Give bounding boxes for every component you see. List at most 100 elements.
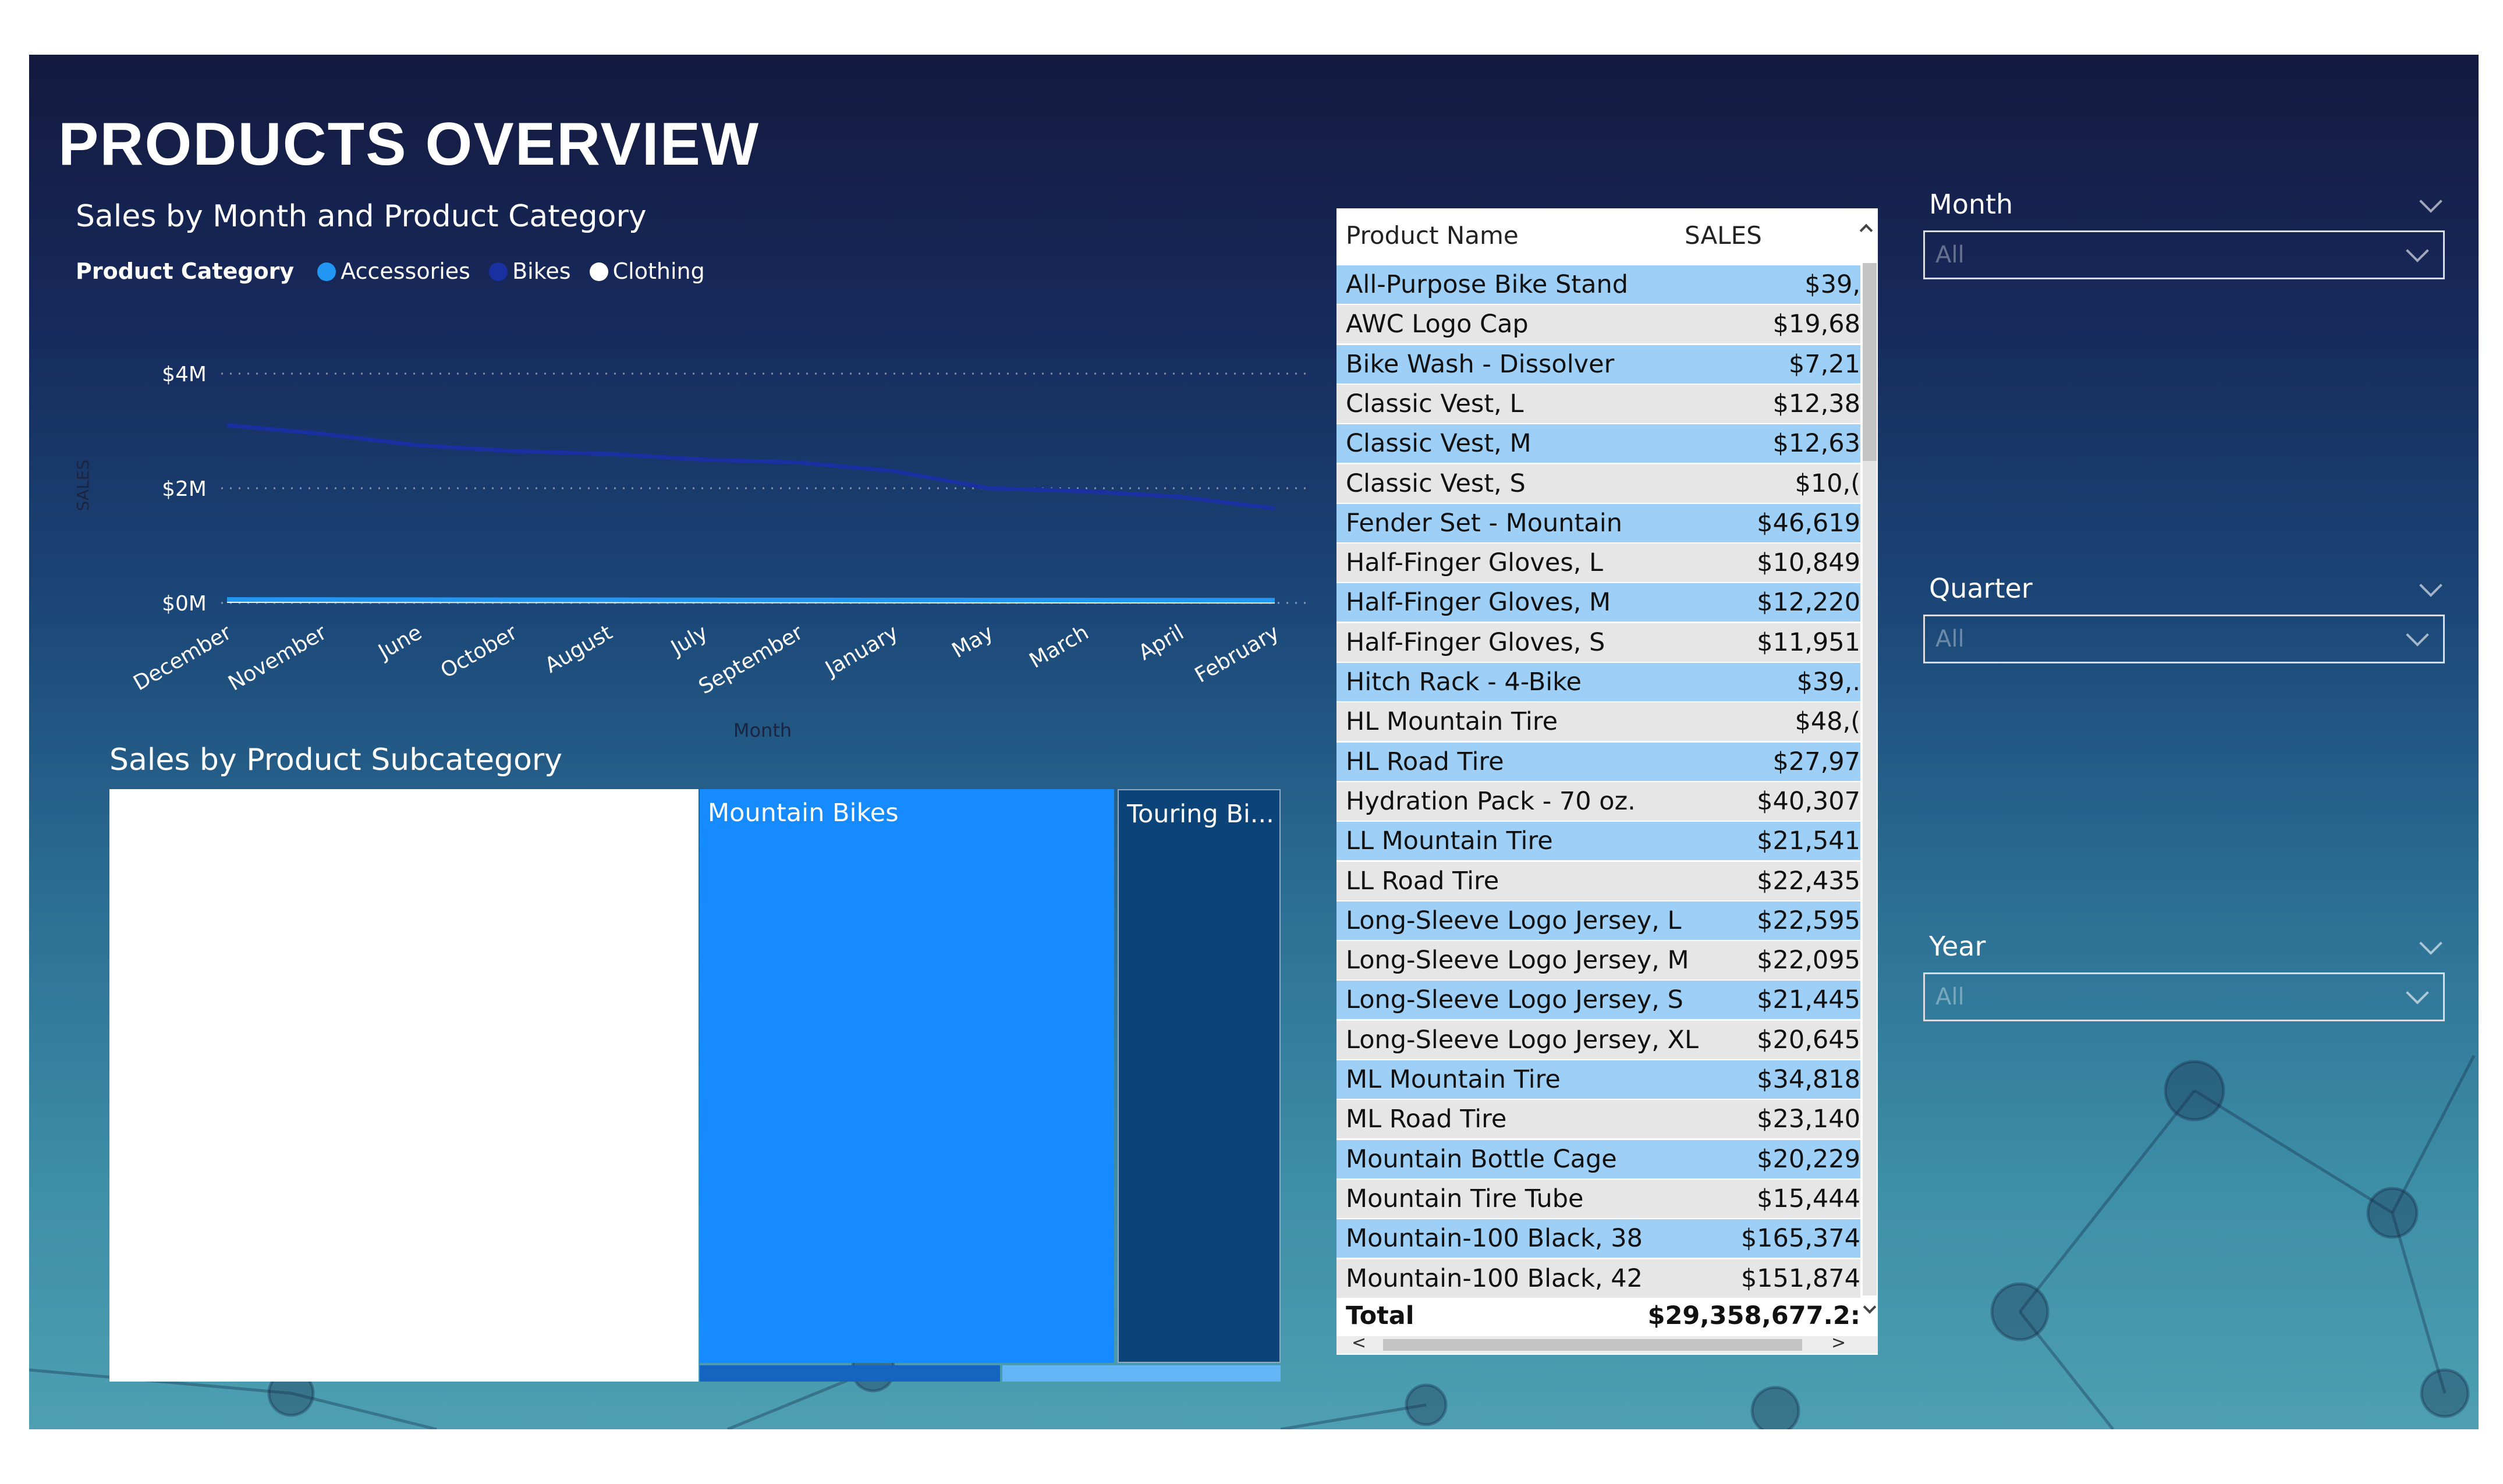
- treemap-tile-small-1[interactable]: [700, 1365, 1000, 1382]
- legend-item-clothing[interactable]: Clothing: [589, 258, 705, 284]
- slicer-value: All: [1935, 242, 1965, 268]
- dropdown-chevron-icon: [2406, 239, 2429, 262]
- table-row[interactable]: Mountain-100 Black, 38 $165,374: [1336, 1219, 1860, 1258]
- table-row[interactable]: All-Purpose Bike Stand $39,: [1336, 265, 1860, 304]
- legend-label: Clothing: [612, 258, 705, 284]
- vertical-scrollbar[interactable]: [1863, 263, 1877, 1295]
- legend-dot-icon: [317, 262, 336, 281]
- product-name-cell: LL Mountain Tire: [1346, 826, 1553, 856]
- table-row[interactable]: Mountain Bottle Cage $20,229: [1336, 1139, 1860, 1178]
- slicer-value: All: [1935, 984, 1965, 1010]
- dropdown-chevron-icon: [2406, 623, 2429, 647]
- sales-cell: $151,874: [1740, 1263, 1860, 1293]
- scroll-left-arrow-icon[interactable]: <: [1352, 1333, 1366, 1353]
- product-name-cell: HL Mountain Tire: [1346, 707, 1558, 737]
- series-line-bikes[interactable]: [226, 423, 1275, 510]
- legend-item-accessories[interactable]: Accessories: [317, 258, 470, 284]
- x-tick-label: April: [1134, 620, 1188, 665]
- table-row[interactable]: Long-Sleeve Logo Jersey, M $22,095: [1336, 941, 1860, 980]
- legend-dot-icon: [589, 262, 608, 281]
- table-row[interactable]: HL Mountain Tire $48,(: [1336, 702, 1860, 741]
- table-row[interactable]: Classic Vest, M $12,63: [1336, 424, 1860, 463]
- slicer-label-quarter: Quarter: [1929, 573, 2033, 604]
- table-row[interactable]: Long-Sleeve Logo Jersey, L $22,595: [1336, 901, 1860, 940]
- slicer-value: All: [1935, 626, 1965, 652]
- legend-item-bikes[interactable]: Bikes: [489, 258, 571, 284]
- table-row[interactable]: Hydration Pack - 70 oz. $40,307: [1336, 782, 1860, 821]
- treemap-tile-mountain-bikes[interactable]: Mountain Bikes: [700, 789, 1114, 1363]
- table-row[interactable]: Mountain-100 Black, 42 $151,874: [1336, 1259, 1860, 1298]
- line-chart-title: Sales by Month and Product Category: [76, 199, 647, 234]
- chart-legend: Product Category Accessories Bikes Cloth…: [76, 258, 717, 284]
- table-row[interactable]: HL Road Tire $27,97: [1336, 742, 1860, 781]
- table-row[interactable]: Classic Vest, L $12,38: [1336, 384, 1860, 423]
- product-name-cell: Bike Wash - Dissolver: [1346, 349, 1615, 379]
- product-name-cell: Mountain Tire Tube: [1346, 1184, 1584, 1213]
- product-name-cell: ML Road Tire: [1346, 1105, 1507, 1134]
- table-row[interactable]: Fender Set - Mountain $46,619: [1336, 503, 1860, 542]
- table-row[interactable]: Half-Finger Gloves, S $11,951: [1336, 623, 1860, 662]
- sales-cell: $46,619: [1757, 508, 1860, 538]
- sales-cell: $39,: [1804, 270, 1860, 299]
- series-line-accessories[interactable]: [226, 597, 1275, 603]
- slicer-dropdown-year[interactable]: All: [1923, 972, 2445, 1021]
- x-tick-label: February: [1191, 620, 1284, 687]
- product-sales-table: Product Name SALES All-Purpose Bike Stan…: [1336, 208, 1878, 1355]
- product-name-cell: Classic Vest, S: [1346, 468, 1526, 498]
- product-name-cell: Long-Sleeve Logo Jersey, L: [1346, 906, 1682, 935]
- sales-cell: $27,97: [1772, 747, 1860, 776]
- scroll-down-arrow-icon[interactable]: [1863, 1300, 1877, 1314]
- sales-cell: $10,(: [1795, 468, 1860, 498]
- table-row[interactable]: Classic Vest, S $10,(: [1336, 464, 1860, 503]
- sales-cell: $20,229: [1757, 1144, 1860, 1174]
- total-value: $29,358,677.2:: [1647, 1301, 1860, 1330]
- scrollbar-thumb[interactable]: [1383, 1339, 1802, 1351]
- table-row[interactable]: ML Road Tire $23,140: [1336, 1100, 1860, 1139]
- table-row[interactable]: ML Mountain Tire $34,818: [1336, 1060, 1860, 1099]
- x-axis-title: Month: [733, 719, 792, 741]
- x-tick-label: October: [437, 620, 521, 683]
- table-row[interactable]: Long-Sleeve Logo Jersey, XL $20,645: [1336, 1020, 1860, 1059]
- table-row[interactable]: AWC Logo Cap $19,68: [1336, 305, 1860, 344]
- table-row[interactable]: Half-Finger Gloves, L $10,849: [1336, 544, 1860, 583]
- table-row[interactable]: LL Mountain Tire $21,541: [1336, 822, 1860, 861]
- treemap-tile-small-2[interactable]: [1002, 1365, 1281, 1382]
- legend-label: Bikes: [512, 258, 571, 284]
- sales-cell: $48,(: [1795, 707, 1860, 737]
- sales-cell: $22,435: [1757, 866, 1860, 896]
- sales-cell: $15,444: [1757, 1184, 1860, 1213]
- column-header-sales[interactable]: SALES: [1685, 208, 1762, 263]
- total-row: Total $29,358,677.2:: [1336, 1295, 1860, 1336]
- table-row[interactable]: LL Road Tire $22,435: [1336, 861, 1860, 900]
- table-row[interactable]: Mountain Tire Tube $15,444: [1336, 1179, 1860, 1218]
- table-row[interactable]: Long-Sleeve Logo Jersey, S $21,445: [1336, 981, 1860, 1020]
- table-row[interactable]: Bike Wash - Dissolver $7,21: [1336, 345, 1860, 384]
- sales-cell: $21,445: [1757, 985, 1860, 1015]
- horizontal-scrollbar[interactable]: < >: [1336, 1333, 1878, 1354]
- slicer-dropdown-month[interactable]: All: [1923, 230, 2445, 279]
- product-name-cell: Mountain-100 Black, 42: [1346, 1263, 1643, 1293]
- sales-cell: $20,645: [1757, 1025, 1860, 1055]
- treemap-tile-white[interactable]: [109, 789, 699, 1382]
- scroll-right-arrow-icon[interactable]: >: [1831, 1333, 1846, 1353]
- product-name-cell: ML Mountain Tire: [1346, 1065, 1561, 1094]
- sales-cell: $165,374: [1740, 1224, 1860, 1254]
- product-name-cell: Half-Finger Gloves, M: [1346, 588, 1611, 617]
- legend-dot-icon: [489, 262, 508, 281]
- x-tick-label: May: [948, 620, 998, 663]
- column-header-product-name[interactable]: Product Name: [1346, 208, 1519, 263]
- product-name-cell: Hydration Pack - 70 oz.: [1346, 786, 1636, 816]
- x-tick-label: December: [129, 620, 235, 695]
- table-row[interactable]: Hitch Rack - 4-Bike $39,.: [1336, 663, 1860, 701]
- sort-arrow-icon[interactable]: [1859, 223, 1873, 237]
- slicer-dropdown-quarter[interactable]: All: [1923, 615, 2445, 663]
- product-name-cell: Fender Set - Mountain: [1346, 508, 1622, 538]
- product-name-cell: All-Purpose Bike Stand: [1346, 270, 1629, 299]
- product-name-cell: Classic Vest, M: [1346, 429, 1531, 459]
- table-row[interactable]: Half-Finger Gloves, M $12,220: [1336, 583, 1860, 622]
- treemap-tile-touring-bikes[interactable]: Touring Bi...: [1118, 789, 1281, 1363]
- sales-cell: $40,307: [1757, 786, 1860, 816]
- scrollbar-thumb[interactable]: [1863, 263, 1877, 461]
- sales-cell: $34,818: [1757, 1065, 1860, 1094]
- x-tick-label: September: [694, 620, 807, 699]
